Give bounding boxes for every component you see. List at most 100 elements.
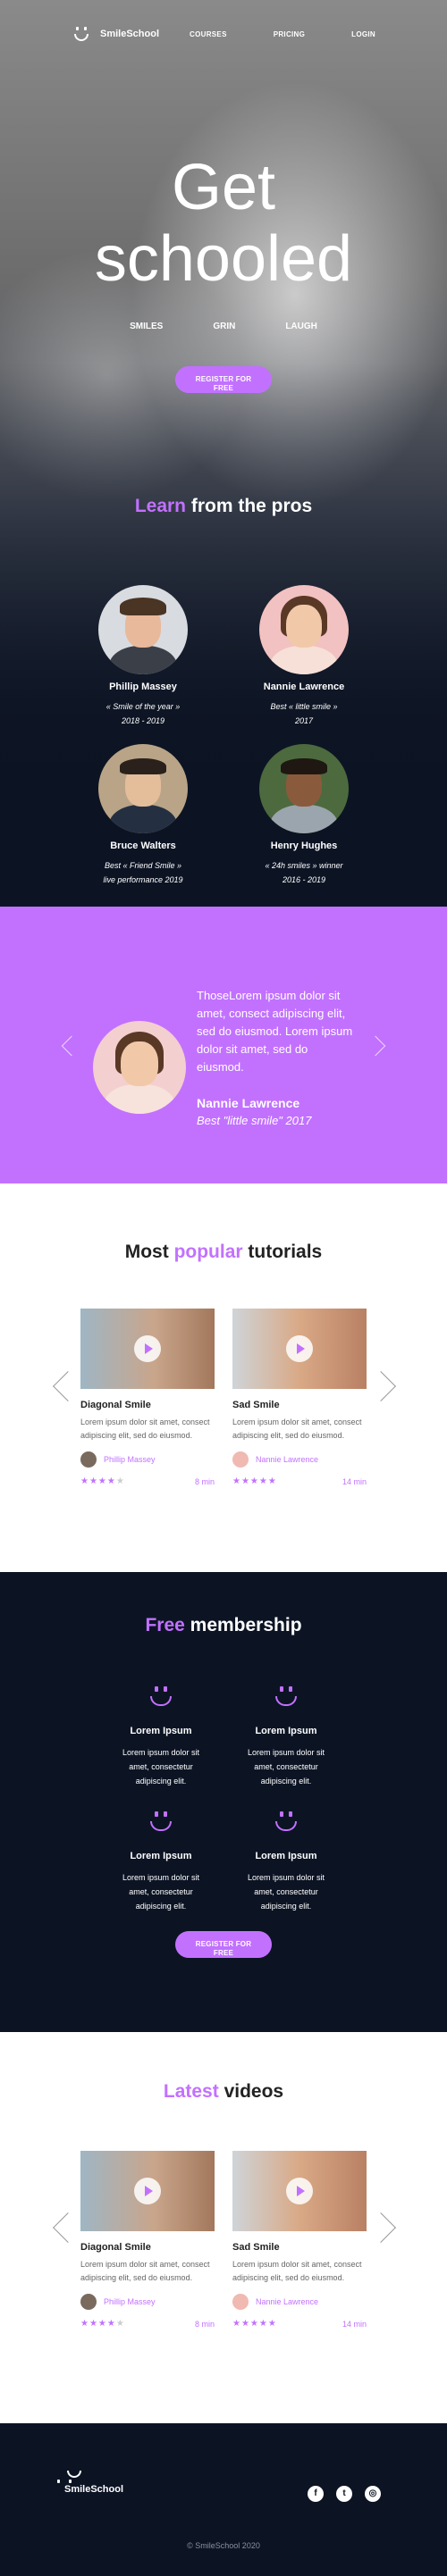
facebook-icon[interactable]: f [308,2486,324,2502]
feature-item: Lorem Ipsum Lorem ipsum dolor sit amet, c… [98,1811,224,1913]
nav-link-pricing[interactable]: PRICING [274,30,305,38]
avatar [259,744,349,833]
latest-videos-section: Latest videos Diagonal Smile Lorem ipsum… [0,2032,447,2423]
avatar [98,744,188,833]
author-name: Nannie Lawrence [256,2297,319,2306]
top-nav: SmileSchool COURSES PRICING LOGIN [72,23,375,45]
twitter-icon[interactable]: t [336,2486,352,2502]
tutorials-section: Most popular tutorials Diagonal Smile Lo… [0,1183,447,1572]
card-author[interactable]: Nannie Lawrence [232,1451,367,1468]
feature-title: Lorem Ipsum [255,1726,317,1736]
chevron-left-icon[interactable] [53,2212,83,2243]
chevron-right-icon[interactable] [366,2212,396,2243]
register-button[interactable]: REGISTER FOR FREE [175,366,272,393]
play-icon[interactable] [134,1335,161,1362]
star-rating: ★★★★★ [232,2319,277,2329]
tutorial-card[interactable]: Diagonal Smile Lorem ipsum dolor sit ame… [80,1309,215,1486]
hero-tags: SMILES GRIN LAUGH [0,322,447,331]
avatar [232,1451,249,1468]
card-duration: 8 min [194,2319,215,2329]
play-icon[interactable] [286,1335,313,1362]
feature-item: Lorem Ipsum Lorem ipsum dolor sit amet, c… [98,1686,224,1788]
chevron-right-icon[interactable] [366,1371,396,1401]
pro-card-nannie[interactable]: Nannie Lawrence Best « little smile » 201… [232,585,375,728]
card-title: Sad Smile [232,1400,280,1410]
instagram-icon[interactable]: ◎ [365,2486,381,2502]
card-duration: 14 min [342,2319,367,2329]
pro-name: Bruce Walters [110,841,176,851]
card-description: Lorem ipsum dolor sit amet, consect adip… [232,2260,362,2282]
play-icon[interactable] [134,2178,161,2204]
copyright: © SmileSchool 2020 [187,2541,260,2550]
video-thumbnail[interactable] [80,1309,215,1389]
feature-description: Lorem ipsum dolor sit amet, consectetur ad… [122,1748,200,1786]
smile-icon [273,1686,299,1706]
feature-title: Lorem Ipsum [130,1726,192,1736]
pro-quote: Best « little smile » 2017 [270,702,338,725]
card-title: Diagonal Smile [80,2242,151,2253]
feature-description: Lorem ipsum dolor sit amet, consectetur ad… [247,1748,325,1786]
hero-tag-laugh: LAUGH [285,322,317,331]
register-button[interactable]: REGISTER FOR FREE [175,1931,272,1958]
testimonial-title: Best "little smile" 2017 [197,1114,312,1127]
video-card[interactable]: Diagonal Smile Lorem ipsum dolor sit ame… [80,2151,215,2329]
chevron-right-icon[interactable] [365,1035,386,1057]
smile-icon [148,1811,174,1831]
card-description: Lorem ipsum dolor sit amet, consect adip… [232,1418,362,1440]
membership-title: Free membership [145,1615,302,1635]
feature-item: Lorem Ipsum Lorem ipsum dolor sit amet, c… [224,1811,349,1913]
video-thumbnail[interactable] [80,2151,215,2231]
video-thumbnail[interactable] [232,1309,367,1389]
hero-section: SmileSchool COURSES PRICING LOGIN Get sc… [0,0,447,907]
avatar [80,2294,97,2310]
smile-logo-icon [72,26,91,42]
pro-card-phillip[interactable]: Phillip Massey « Smile of the year » 2018… [72,585,215,728]
membership-section: Free membership Lorem Ipsum Lorem ipsum … [0,1572,447,2032]
testimonial-avatar [93,1021,186,1114]
nav-link-courses[interactable]: COURSES [190,30,227,38]
video-thumbnail[interactable] [232,2151,367,2231]
pro-quote: « Smile of the year » 2018 - 2019 [105,702,181,725]
pro-card-bruce[interactable]: Bruce Walters Best « Friend Smile » live … [72,744,215,887]
hero-title: Get schooled [0,152,447,295]
star-rating: ★★★★★ [80,2319,125,2329]
logo-text: SmileSchool [100,29,160,39]
video-card[interactable]: Sad Smile Lorem ipsum dolor sit amet, co… [232,2151,367,2329]
hero-title-line2: schooled [94,223,353,295]
card-author[interactable]: Phillip Massey [80,2294,215,2310]
pro-name: Nannie Lawrence [263,682,345,692]
pros-title-accent: Learn [134,496,186,516]
feature-title: Lorem Ipsum [255,1851,317,1861]
pros-title: Learn from the pros [0,496,447,517]
chevron-left-icon[interactable] [53,1371,83,1401]
footer-logo[interactable]: SmileSchool [57,2471,123,2495]
feature-item: Lorem Ipsum Lorem ipsum dolor sit amet, c… [224,1686,349,1788]
nav-link-login[interactable]: LOGIN [351,30,375,38]
pro-name: Henry Hughes [270,841,338,851]
card-description: Lorem ipsum dolor sit amet, consect adip… [80,1418,210,1440]
avatar [80,1451,97,1468]
logo[interactable]: SmileSchool [72,26,159,42]
avatar [259,585,349,674]
testimonial-section: ThoseLorem ipsum dolor sit amet, consect… [0,907,447,1183]
card-author[interactable]: Nannie Lawrence [232,2294,367,2310]
author-name: Nannie Lawrence [256,1455,319,1464]
pro-card-henry[interactable]: Henry Hughes « 24h smiles » winner 2016 -… [232,744,375,887]
testimonial-name: Nannie Lawrence [197,1096,300,1110]
card-duration: 14 min [342,1476,367,1486]
card-duration: 8 min [194,1476,215,1486]
hero-title-line1: Get [171,152,276,223]
tutorial-card[interactable]: Sad Smile Lorem ipsum dolor sit amet, co… [232,1309,367,1486]
card-description: Lorem ipsum dolor sit amet, consect adip… [80,2260,210,2282]
card-author[interactable]: Phillip Massey [80,1451,215,1468]
chevron-left-icon[interactable] [61,1035,82,1057]
hero-tag-smiles: SMILES [130,322,164,331]
card-title: Diagonal Smile [80,1400,151,1410]
pro-quote: Best « Friend Smile » live performance 20… [103,861,183,884]
hero-tag-grin: GRIN [213,322,236,331]
star-rating: ★★★★★ [232,1476,277,1486]
play-icon[interactable] [286,2178,313,2204]
pro-name: Phillip Massey [109,682,177,692]
feature-description: Lorem ipsum dolor sit amet, consectetur ad… [122,1873,200,1911]
tutorials-title: Most popular tutorials [124,1242,323,1262]
